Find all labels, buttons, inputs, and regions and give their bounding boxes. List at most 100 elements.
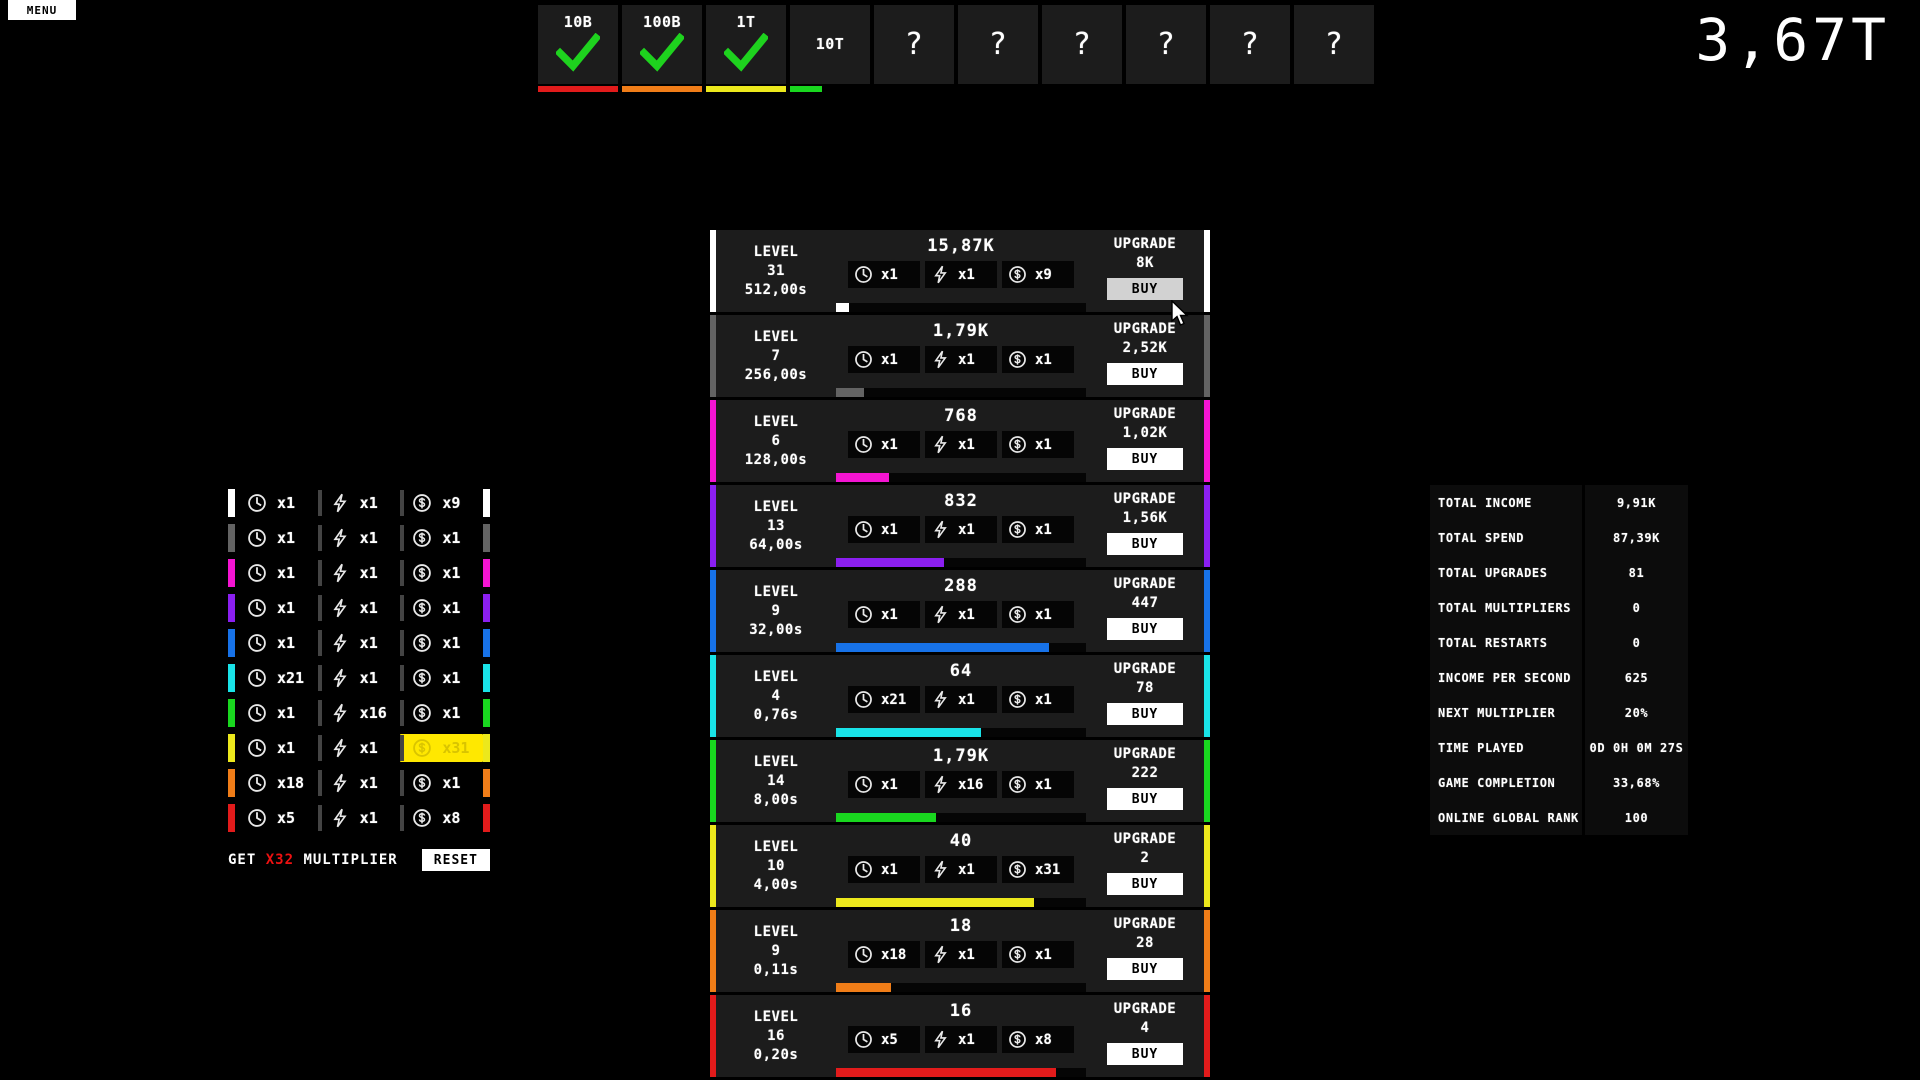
level-value: 4 (772, 688, 781, 704)
multiplier-cell-time: x1 (235, 559, 318, 587)
row-accent-left (228, 769, 235, 797)
multiplier-value: x1 (442, 564, 460, 582)
lightning-icon (931, 690, 950, 709)
row-accent-left (228, 699, 235, 727)
generator-progress-track (836, 303, 1086, 312)
tab-locked-9[interactable]: ? (1294, 5, 1374, 84)
generator-stat-value: x1 (958, 437, 975, 453)
generator-stat-row: x1x1x31 (848, 856, 1074, 883)
tab-100b[interactable]: 100B (622, 5, 702, 84)
multiplier-value: x1 (360, 669, 378, 687)
generator-stat-value: x1 (881, 777, 898, 793)
reset-button[interactable]: RESET (422, 849, 490, 871)
tab-locked-8[interactable]: ? (1210, 5, 1290, 84)
multiplier-value: x9 (442, 494, 460, 512)
tab-progress-underline (706, 86, 786, 92)
score-display: 3,67T (1695, 6, 1890, 74)
multiplier-value: x21 (277, 669, 304, 687)
upgrade-caption: UPGRADE (1114, 746, 1177, 762)
lightning-icon (330, 563, 350, 583)
tab-10t[interactable]: 10T (790, 5, 870, 84)
generator-stat-speed: x1 (925, 261, 997, 288)
stats-row: TOTAL MULTIPLIERS0 (1430, 590, 1688, 625)
generator-stat-value: x1 (958, 607, 975, 623)
cell-divider (318, 735, 322, 761)
buy-button[interactable]: BUY (1107, 703, 1183, 725)
stats-row-label: TOTAL RESTARTS (1430, 625, 1582, 660)
dollar-coin-icon (1008, 690, 1027, 709)
clock-icon (247, 528, 267, 548)
generator-row: LEVEL160,20s16x5x1x8UPGRADE4BUY (710, 995, 1210, 1080)
multiplier-cell-speed: x1 (318, 559, 401, 587)
dollar-coin-icon (1008, 1030, 1027, 1049)
lightning-icon (330, 808, 350, 828)
cell-divider (318, 770, 322, 796)
multiplier-value: x1 (442, 774, 460, 792)
buy-button[interactable]: BUY (1107, 363, 1183, 385)
multiplier-value: x31 (442, 739, 469, 757)
multiplier-row: x5x1x8 (228, 800, 490, 835)
lightning-icon (931, 520, 950, 539)
tab-label: ? (989, 27, 1008, 62)
generator-progress-fill (836, 1068, 1056, 1077)
buy-button[interactable]: BUY (1107, 448, 1183, 470)
buy-button[interactable]: BUY (1107, 618, 1183, 640)
stats-row-label: NEXT MULTIPLIER (1430, 695, 1582, 730)
stats-row-value: 0 (1585, 625, 1688, 660)
buy-button[interactable]: BUY (1107, 533, 1183, 555)
generator-level-column: LEVEL7256,00s (716, 315, 836, 397)
level-caption: LEVEL (754, 584, 799, 600)
tab-1t[interactable]: 1T (706, 5, 786, 84)
multiplier-cell-speed: x1 (318, 664, 401, 692)
multiplier-row: x1x1x1 (228, 520, 490, 555)
generator-stat-time: x18 (848, 941, 920, 968)
multiplier-row: x18 x1 x1 (228, 765, 490, 800)
stats-row: TOTAL UPGRADES81 (1430, 555, 1688, 590)
tab-locked-5[interactable]: ? (958, 5, 1038, 84)
multiplier-value: x16 (360, 704, 387, 722)
buy-button[interactable]: BUY (1107, 873, 1183, 895)
level-caption: LEVEL (754, 839, 799, 855)
stats-row-label: TOTAL INCOME (1430, 485, 1582, 520)
generator-income: 768 (944, 406, 978, 426)
upgrade-cost: 222 (1132, 765, 1159, 781)
lightning-icon (330, 598, 350, 618)
level-caption: LEVEL (754, 244, 799, 260)
multiplier-value: x1 (360, 774, 378, 792)
generator-upgrade-column: UPGRADE8KBUY (1086, 230, 1204, 312)
generator-stat-speed: x1 (925, 1026, 997, 1053)
generator-progress-fill (836, 388, 864, 397)
buy-button[interactable]: BUY (1107, 958, 1183, 980)
cell-divider (400, 665, 404, 691)
clock-icon (247, 773, 267, 793)
tab-locked-6[interactable]: ? (1042, 5, 1122, 84)
tab-locked-7[interactable]: ? (1126, 5, 1206, 84)
generator-stat-speed: x1 (925, 941, 997, 968)
buy-button[interactable]: BUY (1107, 788, 1183, 810)
tab-label: ? (1241, 27, 1260, 62)
multiplier-value: x18 (277, 774, 304, 792)
generator-middle-column: 768x1x1x1 (836, 400, 1086, 482)
stats-row: TOTAL SPEND87,39K (1430, 520, 1688, 555)
generator-stat-value: x1 (1035, 607, 1052, 623)
multiplier-panel: x1x1x9x1x1x1x1x1x1x1x1x1x1x1x1x21x1x1x1x… (228, 485, 490, 871)
buy-button[interactable]: BUY (1107, 1043, 1183, 1065)
generator-income: 18 (950, 916, 972, 936)
generator-stat-time: x1 (848, 516, 920, 543)
buy-button[interactable]: BUY (1107, 278, 1183, 300)
generator-stat-time: x1 (848, 431, 920, 458)
generator-income: 15,87K (927, 236, 994, 256)
tab-10b[interactable]: 10B (538, 5, 618, 84)
tab-locked-4[interactable]: ? (874, 5, 954, 84)
upgrade-cost: 2 (1141, 850, 1150, 866)
tab-label: 1T (736, 13, 755, 31)
cycle-duration: 0,11s (754, 962, 799, 978)
lightning-icon (330, 773, 350, 793)
menu-button[interactable]: MENU (8, 0, 76, 20)
generator-stat-value: x1 (881, 267, 898, 283)
clock-icon (854, 605, 873, 624)
cell-divider (400, 770, 404, 796)
multiplier-value: x1 (442, 599, 460, 617)
multiplier-value: x1 (277, 599, 295, 617)
level-caption: LEVEL (754, 499, 799, 515)
